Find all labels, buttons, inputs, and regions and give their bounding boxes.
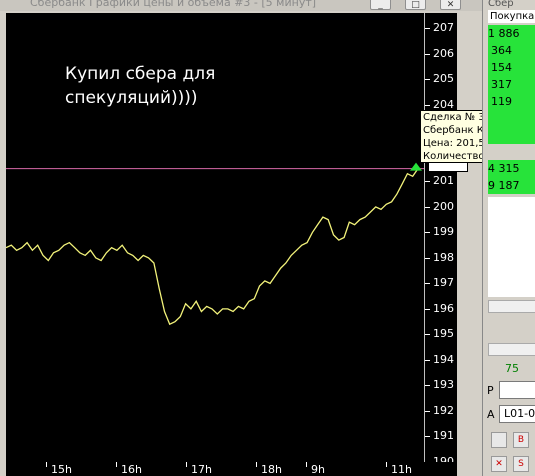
price-tick-label: 198 xyxy=(425,250,454,264)
window-title: Сбербанк Графики цены и объема #3 - [5 м… xyxy=(30,0,317,9)
horizontal-scrollbar[interactable] xyxy=(488,300,535,313)
bid-row[interactable]: 364 xyxy=(488,42,535,59)
bid-row[interactable]: 1 886 xyxy=(488,25,535,42)
price-tick-label: 191 xyxy=(425,429,454,443)
price-tick-label: 194 xyxy=(425,352,454,366)
bid-row[interactable] xyxy=(488,127,535,144)
price-series-line xyxy=(6,168,419,326)
annotation-line-1: Купил сбера для xyxy=(65,64,216,84)
price-tick-label: 207 xyxy=(425,21,454,35)
order-book-value: 75 xyxy=(505,362,519,375)
buy-marker-icon xyxy=(410,162,422,171)
price-input[interactable] xyxy=(499,381,535,399)
time-axis: 15h 16h 17h 18h 9h 11h xyxy=(6,462,457,476)
time-tick-label: 15h xyxy=(46,462,72,476)
price-label: P xyxy=(487,384,494,397)
bid-row[interactable]: 4 315 xyxy=(488,160,535,177)
account-input[interactable]: L01-0 xyxy=(499,405,535,423)
tooltip-quantity: Количество: 100 xyxy=(423,151,482,162)
time-tick-label: 18h xyxy=(256,462,282,476)
buy-icon[interactable]: B xyxy=(513,432,529,448)
bid-row[interactable]: 154 xyxy=(488,59,535,76)
price-tick-label: 195 xyxy=(425,327,454,341)
maximize-button[interactable]: □ xyxy=(405,0,426,10)
order-book-title: Сбер xyxy=(488,0,514,9)
sell-icon[interactable]: S xyxy=(513,456,529,472)
price-tick-label: 197 xyxy=(425,276,454,290)
deal-tooltip: Сделка № 3198756726 Сбербанк Купля Цена:… xyxy=(420,110,482,163)
time-tick-label: 9h xyxy=(306,462,325,476)
time-tick-label: 16h xyxy=(116,462,142,476)
order-book-header[interactable]: Покупка xyxy=(488,10,535,23)
chart-window: Сбербанк Графики цены и объема #3 - [5 м… xyxy=(0,0,482,476)
tooltip-instrument: Сбербанк Купля xyxy=(423,125,482,136)
price-tick-label: 201 xyxy=(425,174,454,188)
order-book-empty-area xyxy=(488,197,535,297)
price-tick-label: 199 xyxy=(425,225,454,239)
price-tick-label: 206 xyxy=(425,46,454,60)
account-label: A xyxy=(487,408,495,421)
price-tick-label: 192 xyxy=(425,403,454,417)
time-tick-label: 11h xyxy=(386,462,412,476)
order-book-panel: Сбер Покупка 1 886 364 154 317 119 4 315 9 187… xyxy=(482,0,535,476)
price-axis: 2072062052042032022012001991981971961951… xyxy=(424,13,458,468)
title-bar: Сбербанк Графики цены и объема #3 - [5 м… xyxy=(0,0,482,11)
chart-annotation: Купил сбера для спекуляций)))) xyxy=(65,62,215,110)
annotation-line-2: спекуляций)))) xyxy=(65,88,198,108)
bid-row[interactable]: 9 187 xyxy=(488,177,535,194)
price-tick-label: 193 xyxy=(425,378,454,392)
minimize-button[interactable]: _ xyxy=(370,0,391,10)
tooltip-price: Цена: 201,5 xyxy=(423,138,482,149)
tooltip-deal-number: Сделка № 3198756726 xyxy=(423,112,482,123)
price-tick-label: 205 xyxy=(425,72,454,86)
scroll-slider[interactable] xyxy=(488,343,535,356)
bid-row[interactable]: 119 xyxy=(488,93,535,110)
time-tick-label: 17h xyxy=(186,462,212,476)
bid-row[interactable]: 317 xyxy=(488,76,535,93)
price-tick-label: 200 xyxy=(425,199,454,213)
cancel-icon[interactable]: ✕ xyxy=(491,456,507,472)
close-button[interactable]: ✕ xyxy=(440,0,461,10)
bid-row[interactable] xyxy=(488,110,535,127)
right-gutter xyxy=(457,13,482,476)
settings-icon[interactable] xyxy=(491,432,507,448)
price-tick-label: 196 xyxy=(425,301,454,315)
